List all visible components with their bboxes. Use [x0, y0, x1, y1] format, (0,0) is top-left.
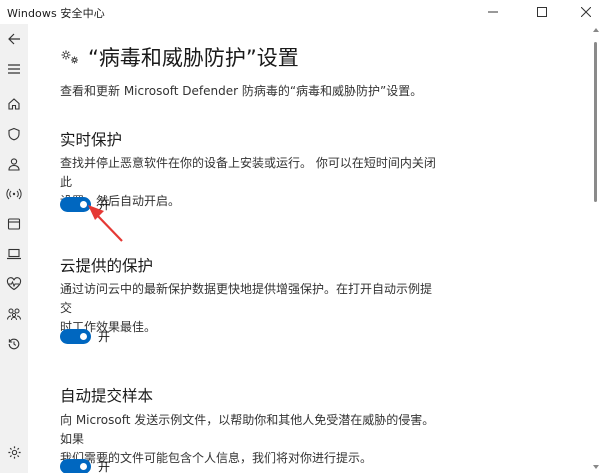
desc-line: 我们需要的文件可能包含个人信息，我们将对你进行提示。 [60, 451, 373, 465]
family-icon[interactable] [4, 304, 24, 324]
toggle-state-label: 开 [98, 329, 111, 344]
app-title: Windows 安全中心 [7, 7, 105, 20]
desc-line: 通过访问云中的最新保护数据更快地提供增强保护。在打开自动示例提交 [60, 282, 433, 315]
heart-pulse-icon[interactable] [4, 274, 24, 294]
close-button[interactable] [563, 0, 600, 24]
toggle-knob [80, 462, 87, 470]
desc-line: 查找并停止恶意软件在你的设备上安装或运行。 你可以在短时间内关闭此 [60, 156, 436, 189]
person-icon[interactable] [4, 154, 24, 174]
section-heading-realtime: 实时保护 [60, 131, 123, 149]
page-header: “病毒和威胁防护”设置 [60, 42, 299, 72]
sample-submission-toggle[interactable] [60, 458, 91, 473]
section-desc-realtime: 查找并停止恶意软件在你的设备上安装或运行。 你可以在短时间内关闭此 设置，然后自… [60, 154, 440, 211]
desc-line: 设置，然后自动开启。 [60, 194, 181, 208]
desc-line: 时工作效果最佳。 [60, 320, 157, 334]
vertical-scrollbar[interactable] [591, 24, 600, 473]
laptop-icon[interactable] [4, 244, 24, 264]
back-arrow-icon[interactable] [4, 29, 24, 49]
page-description: 查看和更新 Microsoft Defender 防病毒的“病毒和威胁防护”设置… [60, 84, 423, 98]
section-desc-samples: 向 Microsoft 发送示例文件，以帮助你和其他人免受潜在威胁的侵害。如果 … [60, 411, 440, 468]
app-browser-icon[interactable] [4, 214, 24, 234]
desc-line: 向 Microsoft 发送示例文件，以帮助你和其他人免受潜在威胁的侵害。如果 [60, 413, 435, 446]
page-title: “病毒和威胁防护”设置 [88, 46, 299, 70]
close-icon [580, 7, 591, 17]
toggle-state-label: 开 [98, 197, 111, 212]
shield-icon[interactable] [4, 124, 24, 144]
maximize-button[interactable] [519, 0, 564, 24]
hamburger-menu-icon[interactable] [4, 59, 24, 79]
maximize-icon [536, 7, 547, 17]
toggle-state-label: 开 [98, 459, 111, 473]
scroll-up-arrow-icon[interactable] [593, 28, 599, 32]
toggle-knob [80, 332, 87, 340]
title-bar: Windows 安全中心 [0, 0, 600, 24]
scroll-thumb[interactable] [594, 42, 597, 202]
section-heading-cloud: 云提供的保护 [60, 257, 154, 275]
settings-gear-icon[interactable] [4, 442, 24, 462]
minimize-icon [487, 11, 498, 13]
toggle-row-samples: 开 [60, 458, 110, 473]
toggle-row-realtime: 开 [60, 196, 110, 212]
toggle-row-cloud: 开 [60, 328, 110, 344]
realtime-protection-toggle[interactable] [60, 196, 91, 212]
home-icon[interactable] [4, 94, 24, 114]
section-heading-samples: 自动提交样本 [60, 387, 154, 405]
section-desc-cloud: 通过访问云中的最新保护数据更快地提供增强保护。在打开自动示例提交 时工作效果最佳… [60, 280, 440, 337]
toggle-knob [80, 200, 87, 208]
settings-content: “病毒和威胁防护”设置 查看和更新 Microsoft Defender 防病毒… [28, 24, 588, 473]
settings-gears-icon [61, 50, 78, 64]
scroll-down-arrow-icon[interactable] [593, 465, 599, 469]
navigation-sidebar [0, 24, 28, 473]
cloud-protection-toggle[interactable] [60, 328, 91, 344]
history-icon[interactable] [4, 334, 24, 354]
wireless-icon[interactable] [4, 184, 24, 204]
minimize-button[interactable] [470, 0, 515, 24]
